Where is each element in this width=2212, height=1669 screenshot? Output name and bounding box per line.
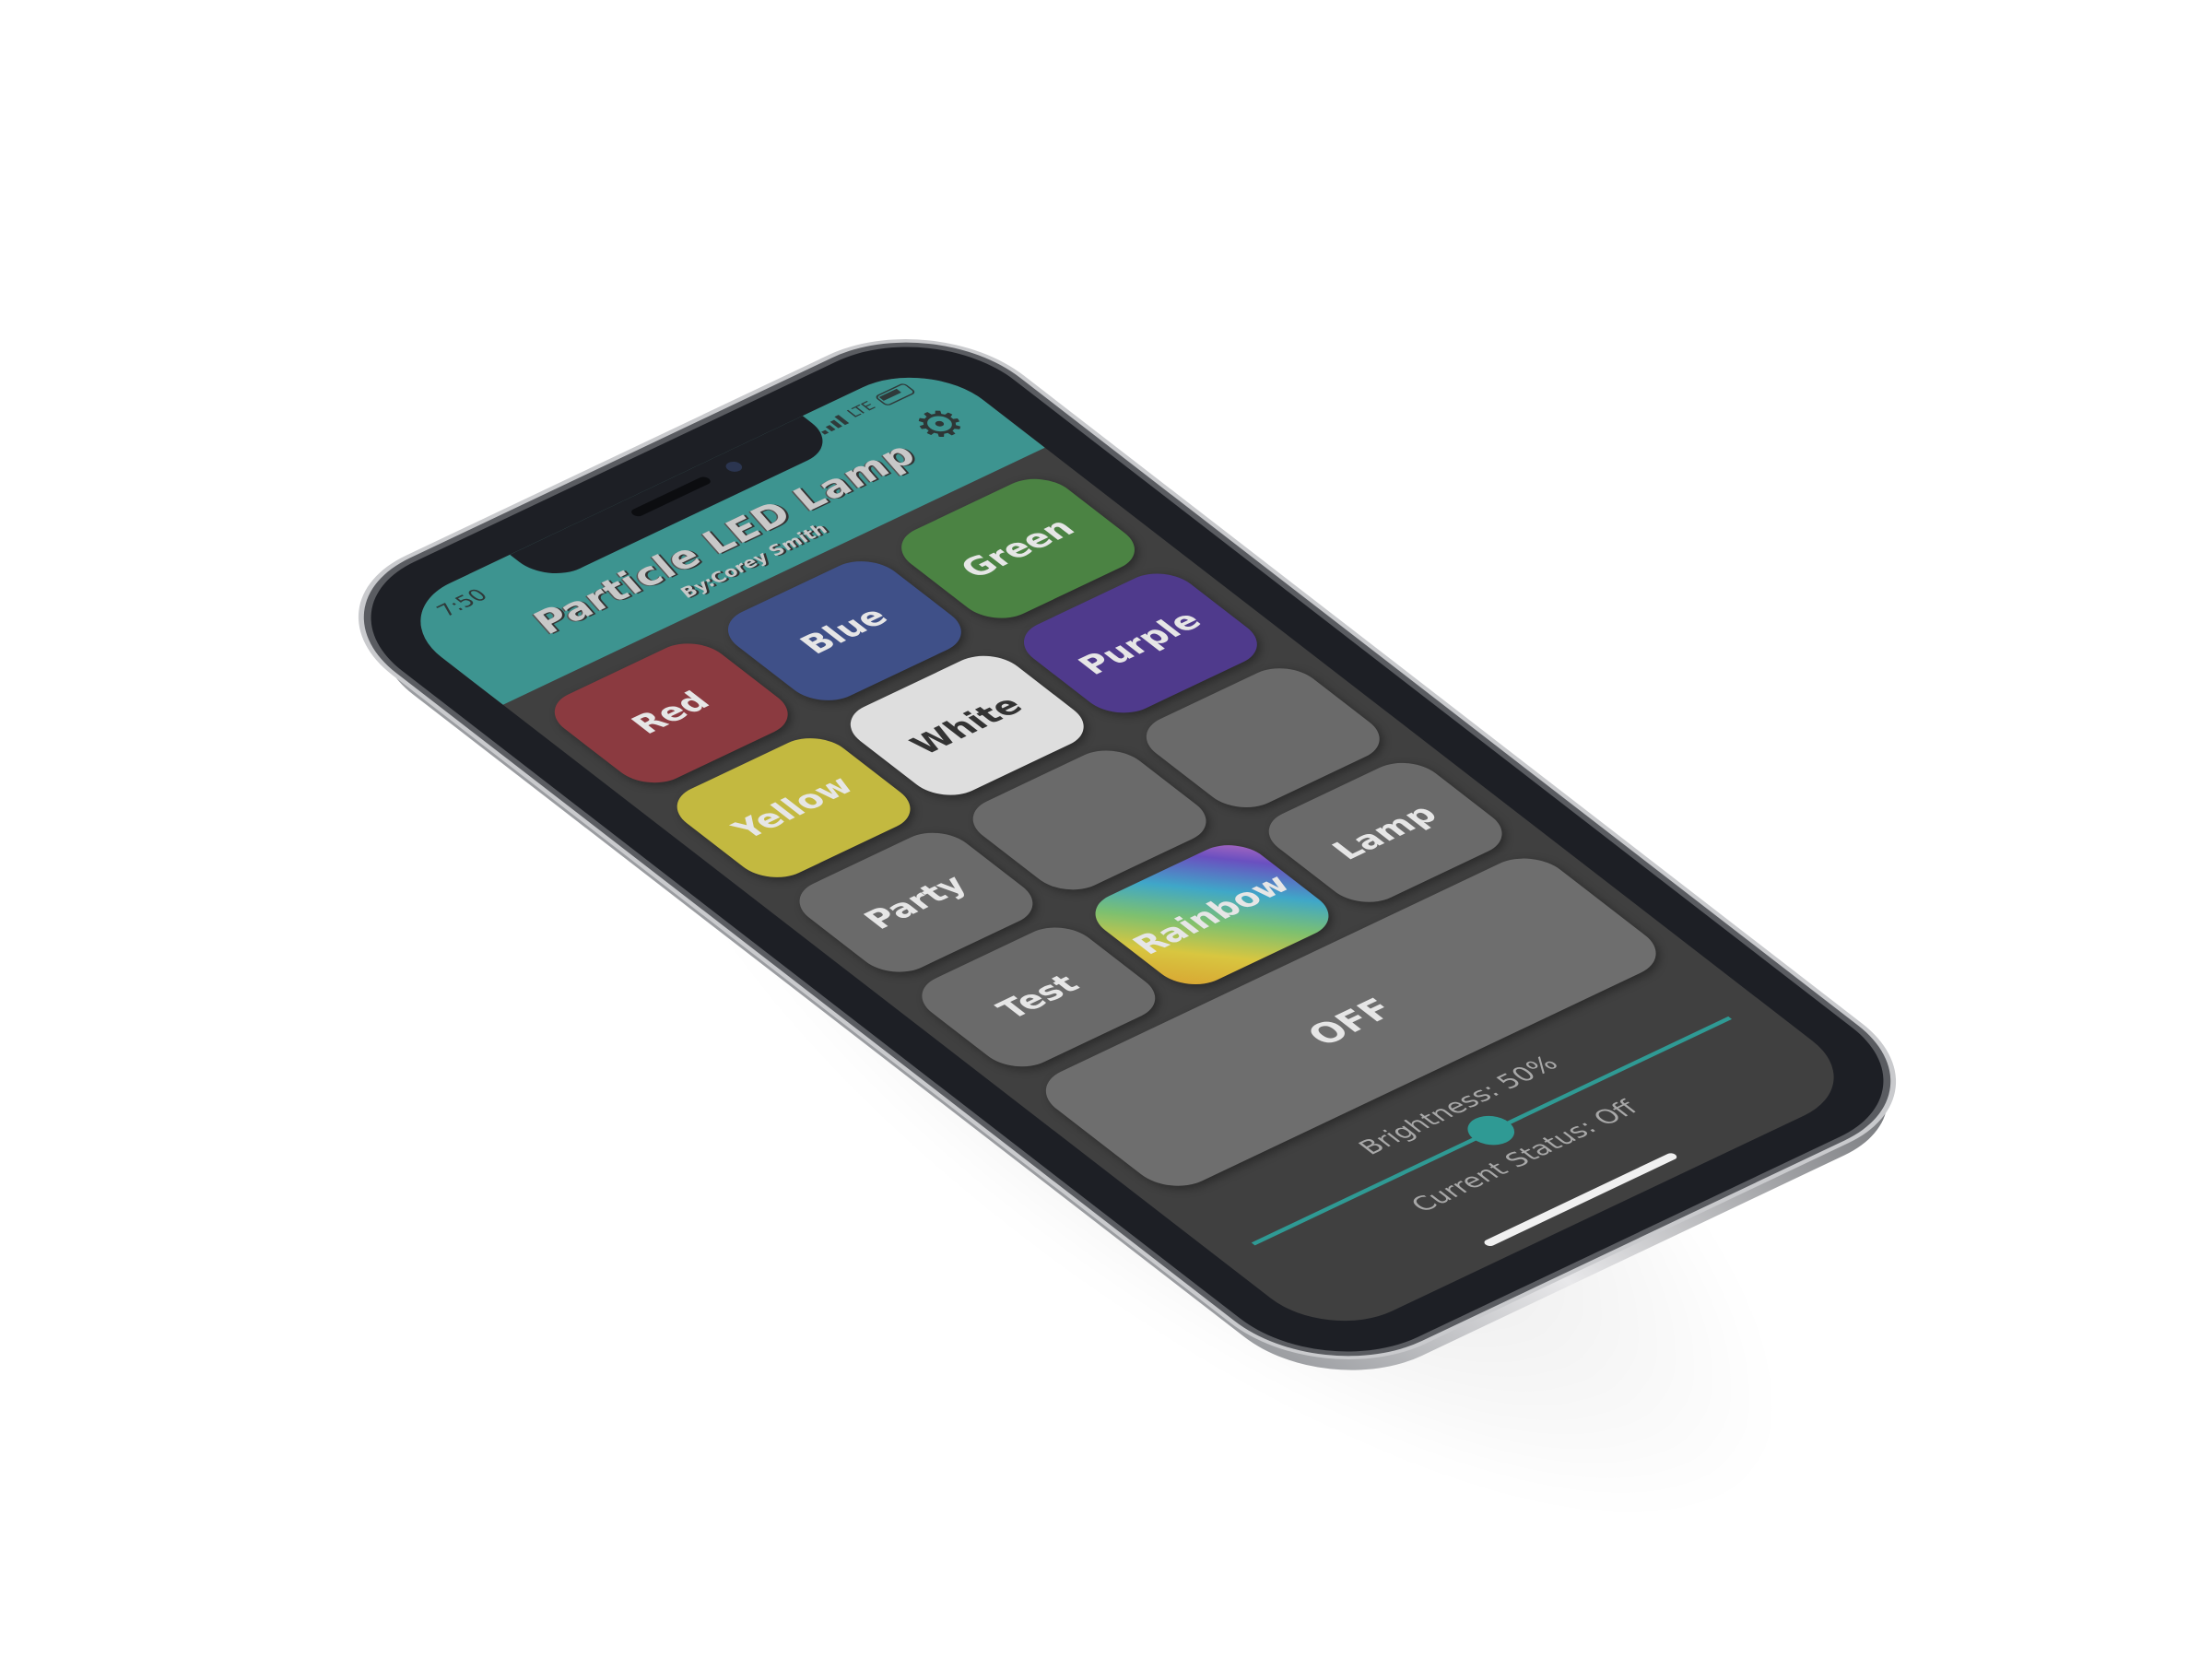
camera [722, 459, 746, 474]
status-time: 7:50 [431, 585, 494, 621]
network-label: LTE [844, 399, 880, 421]
battery-icon [874, 382, 917, 407]
phone: 7:50 LTE ⚙ Particle LED Lamp By:Corey Sm… [319, 316, 1940, 1401]
